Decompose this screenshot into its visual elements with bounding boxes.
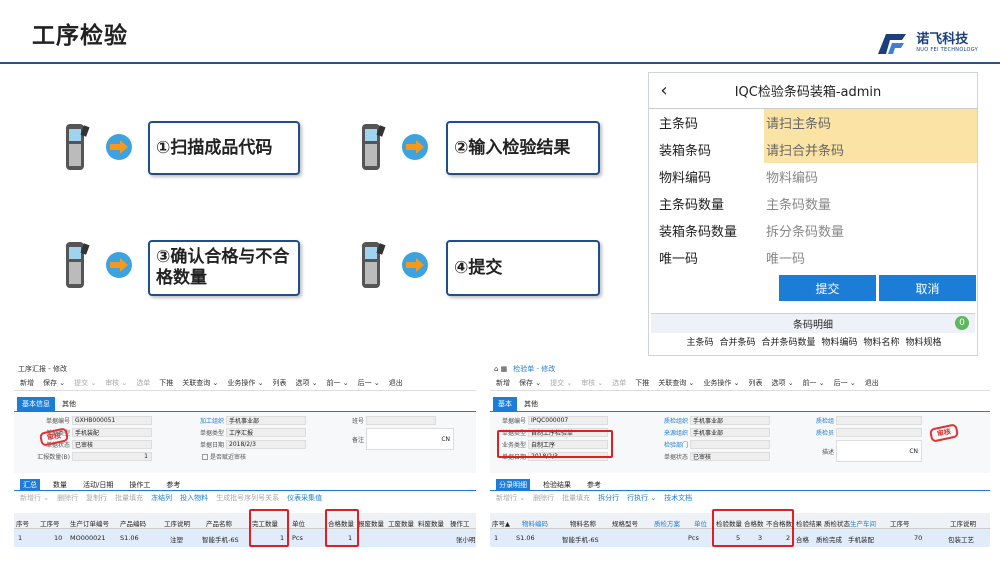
scanner-phone-icon — [66, 242, 90, 288]
erp2-title-bar: ⌂ ▦ 检验单 - 修改 — [494, 365, 556, 373]
arrow-right-icon — [402, 134, 428, 160]
arrow-right-icon — [106, 252, 132, 278]
step1-icons — [62, 122, 132, 172]
inspector-input[interactable] — [836, 428, 922, 437]
erp2-grid-toolbar: 新增行 ⌄ 删除行 批量填充 拆分行 行执行 ⌄ 技术文档 — [496, 493, 693, 502]
erp1-toolbar: 新增 保存 ⌄ 提交 ⌄ 审核 ⌄ 选单 下推 关联查询 ⌄ 业务操作 ⌄ 列表 选项 ⌄ 前一 ⌄… — [14, 375, 476, 391]
field-main-barcode: 主条码 请扫主条码 — [649, 109, 977, 136]
shift-input[interactable] — [366, 416, 436, 425]
field-unique-code: 唯一码 唯一码 — [649, 244, 977, 271]
erp-process-report: 工序汇报 - 修改 新增 保存 ⌄ 提交 ⌄ 审核 ⌄ 选单 下推 关联查询 ⌄ 业务操作 ⌄… — [14, 363, 476, 551]
mobile-title: IQC检验条码装箱-admin — [734, 85, 882, 100]
tab-other2[interactable]: 其他 — [519, 397, 543, 411]
step3-icons — [62, 240, 132, 290]
field-box-qty: 装箱条码数量 拆分条码数量 — [649, 217, 977, 244]
mobile-app-panel: ‹ IQC检验条码装箱-admin 主条码 请扫主条码 装箱条码 请扫合并条码 物料… — [648, 72, 978, 356]
step1-box: ①扫描成品代码 — [148, 121, 300, 175]
header-divider — [0, 62, 1000, 64]
box-barcode-input[interactable]: 请扫合并条码 — [764, 136, 977, 163]
scanner-phone-icon — [362, 242, 386, 288]
erp1-title: 工序汇报 - 修改 — [18, 365, 67, 373]
table-row[interactable]: 1 10 MO000021 S1.06 注塑 智能手机-6S 1 Pcs 1 张小明 — [14, 529, 476, 547]
cancel-button[interactable]: 取消 — [879, 275, 976, 301]
highlight-qualified-qty — [325, 509, 359, 547]
home-icon[interactable]: ⌂ ▦ — [494, 365, 507, 373]
detail-label: 条码明细 — [793, 320, 833, 331]
mobile-header: ‹ IQC检验条码装箱-admin — [649, 73, 977, 109]
unique-code-input[interactable]: 唯一码 — [764, 244, 977, 271]
arrow-right-icon — [402, 252, 428, 278]
highlight-inspect-qty — [712, 509, 794, 547]
detail-columns: 主条码 合并条码 合并条码数量 物料编码 物料名称 物料规格 — [686, 338, 942, 348]
erp1-grid-toolbar: 新增行 ⌄ 删除行 复制行 批量填充 冻结列 投入物料 生成批号序列号关系 仪表采集值 — [20, 493, 323, 502]
detail-count-badge: 0 — [955, 316, 969, 330]
approved-stamp: 审核 — [928, 423, 960, 443]
erp1-grid-tabs: 汇总 数量 活动/日期 操作工 参考 — [14, 479, 476, 491]
field-material-code: 物料编码 物料编码 — [649, 163, 977, 190]
logo-mark-icon — [878, 34, 907, 54]
step3-box: ③确认合格与不合格数量 — [148, 240, 300, 296]
arrow-right-icon — [106, 134, 132, 160]
table-header: 序号 工序号 生产订单编号 产品编码 工序说明 产品名称 完工数量 单位 合格数量 报废数量 工废数… — [14, 513, 476, 529]
backflush-checkbox[interactable] — [202, 453, 208, 460]
back-icon[interactable]: ‹ — [649, 80, 679, 101]
main-barcode-input[interactable]: 请扫主条码 — [764, 109, 977, 136]
qc-group-input[interactable] — [836, 416, 922, 425]
erp2-grid-tabs: 分录明细 检验结果 参考 — [490, 479, 990, 491]
field-box-barcode: 装箱条码 请扫合并条码 — [649, 136, 977, 163]
step4-box: ④提交 — [446, 240, 600, 296]
page-title: 工序检验 — [32, 23, 128, 49]
barcode-detail-bar[interactable]: 条码明细 0 — [651, 313, 975, 333]
highlight-bill-type — [497, 430, 613, 458]
erp1-form: 单据编号 GXHB000051 单据类型 手机装配 单据状态 已审核 汇报数量(B) 1… — [14, 411, 476, 473]
field-main-qty: 主条码数量 主条码数量 — [649, 190, 977, 217]
scanner-phone-icon — [66, 124, 90, 170]
logo-brand-text: 诺飞科技 — [916, 32, 969, 47]
highlight-finished-qty — [249, 509, 289, 547]
company-logo: 诺飞科技 NUO FEI TECHNOLOGY — [876, 30, 978, 56]
material-code-input[interactable]: 物料编码 — [764, 163, 977, 190]
tab-other[interactable]: 其他 — [57, 397, 81, 411]
logo-sub-text: NUO FEI TECHNOLOGY — [916, 47, 978, 53]
tab-basic[interactable]: 基本信息 — [17, 397, 55, 411]
submit-button[interactable]: 提交 — [779, 275, 876, 301]
erp1-grid: 序号 工序号 生产订单编号 产品编码 工序说明 产品名称 完工数量 单位 合格数量 报废数量 工废数… — [14, 513, 476, 547]
erp2-toolbar: 新增 保存 ⌄ 提交 ⌄ 审核 ⌄ 选单 下推 关联查询 ⌄ 业务操作 ⌄ 列表 选项 ⌄ 前一 ⌄… — [490, 375, 990, 391]
box-qty-input[interactable]: 拆分条码数量 — [764, 217, 977, 244]
erp-inspection-order: ⌂ ▦ 检验单 - 修改 新增 保存 ⌄ 提交 ⌄ 审核 ⌄ 选单 下推 关联查询 ⌄ 业务操作… — [490, 363, 990, 551]
tab-basic2[interactable]: 基本 — [493, 397, 517, 411]
step2-box: ②输入检验结果 — [446, 121, 600, 175]
step4-icons — [358, 240, 428, 290]
scanner-phone-icon — [362, 124, 386, 170]
main-qty-input[interactable]: 主条码数量 — [764, 190, 977, 217]
dept-input[interactable] — [690, 440, 770, 449]
step2-icons — [358, 122, 428, 172]
